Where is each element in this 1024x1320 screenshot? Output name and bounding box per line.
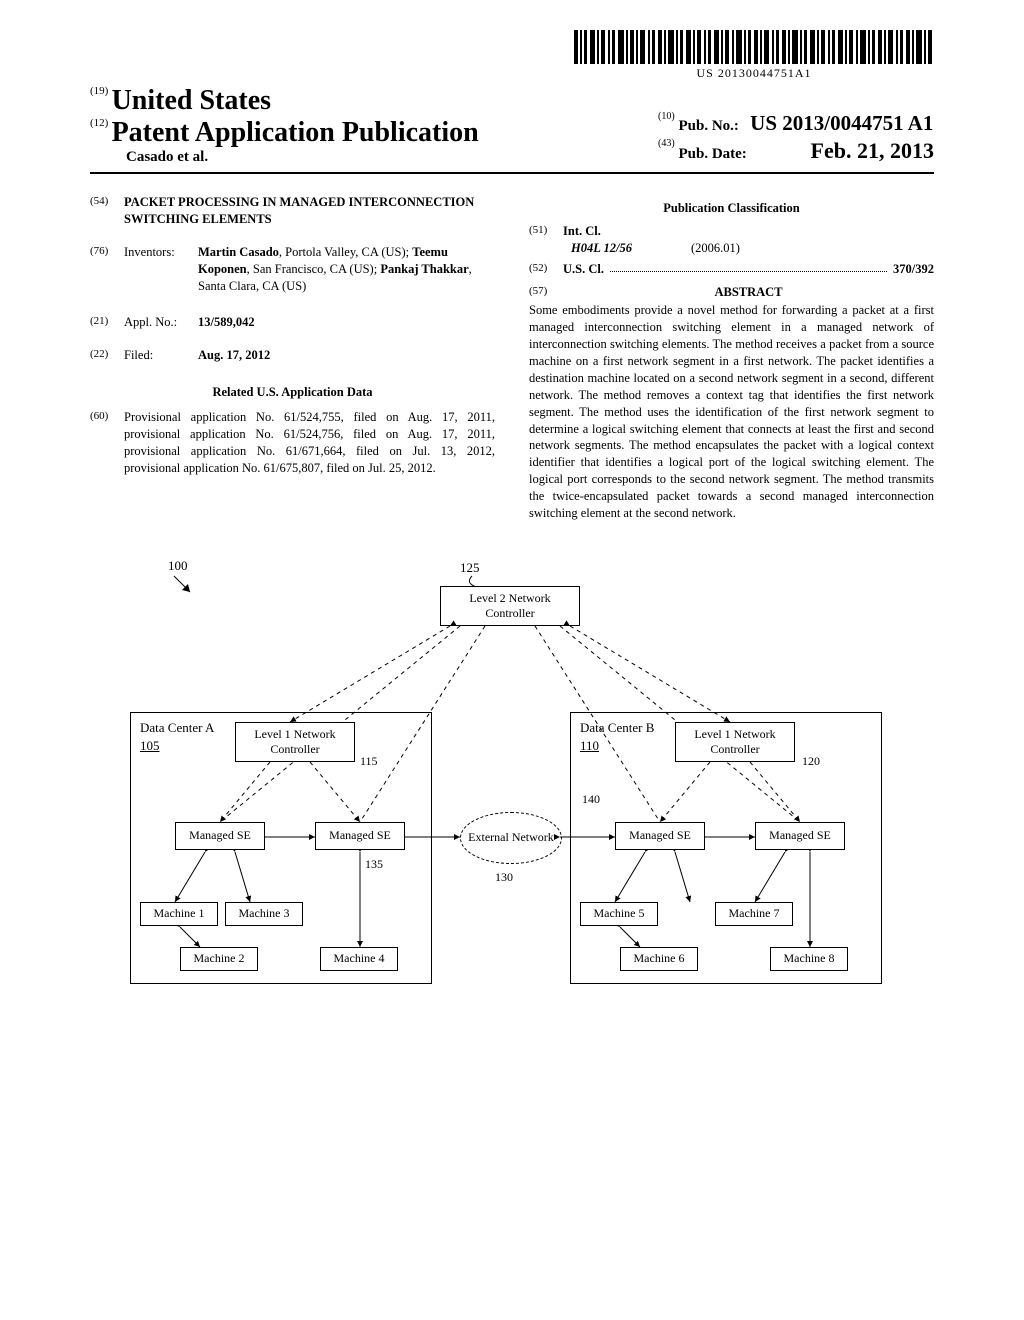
authors: Casado et al. <box>90 149 479 166</box>
inventor-1: Martin Casado <box>198 245 279 259</box>
datacenter-a-title: Data Center A 105 <box>140 720 214 754</box>
body-columns: (54) PACKET PROCESSING IN MANAGED INTERC… <box>90 186 934 522</box>
country: United States <box>112 85 271 116</box>
machine-7: Machine 7 <box>715 902 793 926</box>
pub-no-label: Pub. No.: <box>678 118 738 134</box>
code-22: (22) <box>90 347 124 364</box>
barcode-icon <box>574 30 934 64</box>
int-cl-year: (2006.01) <box>691 240 740 257</box>
ref-120: 120 <box>802 754 820 769</box>
ref-105: 105 <box>140 738 214 754</box>
pub-date: Feb. 21, 2013 <box>811 138 934 163</box>
header-row: (19) United States (12) Patent Applicati… <box>90 85 934 174</box>
code-52: (52) <box>529 261 563 278</box>
pub-date-label: Pub. Date: <box>678 146 746 162</box>
barcode-text: US 20130044751A1 <box>574 66 934 81</box>
barcode: US 20130044751A1 <box>574 30 934 81</box>
related-header: Related U.S. Application Data <box>90 384 495 401</box>
abstract-text: Some embodiments provide a novel method … <box>529 302 934 521</box>
pub-no: US 2013/0044751 A1 <box>750 111 933 135</box>
classification-header: Publication Classification <box>529 200 934 217</box>
code-19: (19) <box>90 85 108 97</box>
code-76: (76) <box>90 244 124 295</box>
figure-1: 100 125 Level 2 Network Controller <box>90 552 934 1022</box>
ref-110: 110 <box>580 738 654 754</box>
ref-135: 135 <box>365 857 383 872</box>
code-51: (51) <box>529 223 563 257</box>
patent-page: US 20130044751A1 (19) United States (12)… <box>0 0 1024 1062</box>
appl-no: 13/589,042 <box>198 315 255 329</box>
datacenter-b-title: Data Center B 110 <box>580 720 654 754</box>
l1-controller-a: Level 1 Network Controller <box>235 722 355 762</box>
appl-label: Appl. No.: <box>124 314 198 331</box>
int-cl-label: Int. Cl. <box>563 224 601 238</box>
managed-se-a1: Managed SE <box>175 822 265 850</box>
inventors-label: Inventors: <box>124 244 198 295</box>
provisional-text: Provisional application No. 61/524,755, … <box>124 409 495 477</box>
machine-5: Machine 5 <box>580 902 658 926</box>
machine-3: Machine 3 <box>225 902 303 926</box>
code-21: (21) <box>90 314 124 331</box>
l1-controller-b: Level 1 Network Controller <box>675 722 795 762</box>
int-cl-code: H04L 12/56 <box>563 240 691 257</box>
managed-se-a2: Managed SE <box>315 822 405 850</box>
machine-6: Machine 6 <box>620 947 698 971</box>
us-cl-label: U.S. Cl. <box>563 261 604 278</box>
code-60: (60) <box>90 409 124 477</box>
header-left: (19) United States (12) Patent Applicati… <box>90 85 479 166</box>
machine-1: Machine 1 <box>140 902 218 926</box>
dots-leader <box>610 261 887 272</box>
us-cl-value: 370/392 <box>893 261 934 278</box>
abstract-label: ABSTRACT <box>563 284 934 301</box>
external-network: External Network <box>460 812 562 864</box>
machine-2: Machine 2 <box>180 947 258 971</box>
code-54: (54) <box>90 194 124 228</box>
left-column: (54) PACKET PROCESSING IN MANAGED INTERC… <box>90 186 495 522</box>
pub-type: Patent Application Publication <box>112 117 479 148</box>
ref-130: 130 <box>495 870 513 885</box>
machine-4: Machine 4 <box>320 947 398 971</box>
code-10: (10) <box>658 111 675 122</box>
filed-label: Filed: <box>124 347 198 364</box>
right-column: Publication Classification (51) Int. Cl.… <box>529 186 934 522</box>
ref-140: 140 <box>582 792 600 807</box>
header-right: (10) Pub. No.: US 2013/0044751 A1 (43) P… <box>658 109 934 166</box>
managed-se-b1: Managed SE <box>615 822 705 850</box>
code-12: (12) <box>90 117 108 129</box>
ref-115: 115 <box>360 754 378 769</box>
code-57: (57) <box>529 284 563 301</box>
invention-title: PACKET PROCESSING IN MANAGED INTERCONNEC… <box>124 194 495 228</box>
inventors: Martin Casado, Portola Valley, CA (US); … <box>198 244 495 295</box>
code-43: (43) <box>658 138 675 149</box>
machine-8: Machine 8 <box>770 947 848 971</box>
managed-se-b2: Managed SE <box>755 822 845 850</box>
filed-date: Aug. 17, 2012 <box>198 348 270 362</box>
barcode-area: US 20130044751A1 <box>90 30 934 81</box>
inventor-3: Pankaj Thakkar <box>380 262 468 276</box>
